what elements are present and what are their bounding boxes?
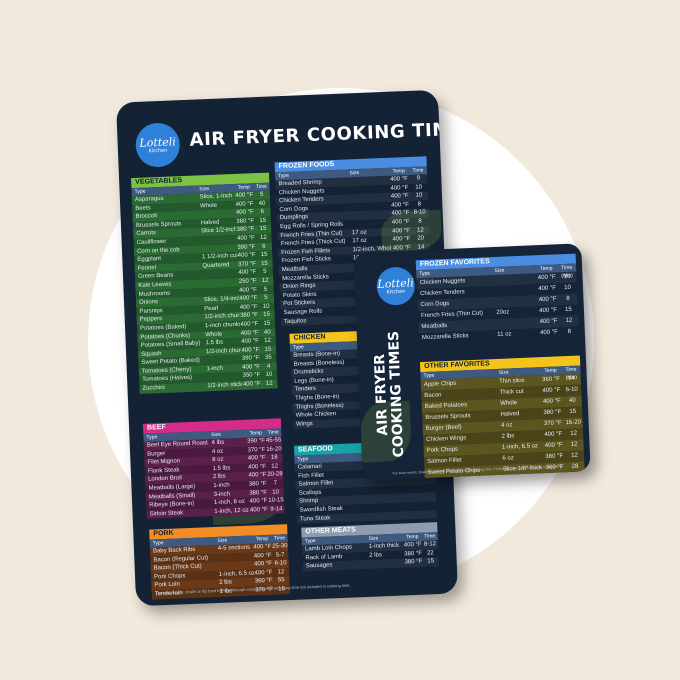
page-title: AIR FRYER COOKING TIMES: [189, 118, 458, 151]
table-cell: 12: [565, 317, 573, 325]
table-cell: 1-inch, 12 oz: [214, 507, 249, 515]
table-cell: 12: [570, 441, 578, 448]
table-cell: 15: [569, 408, 577, 415]
table-cell: [420, 510, 437, 519]
table-cell: [401, 510, 421, 519]
table-cell: [369, 559, 404, 569]
table-cell: 10: [564, 284, 572, 292]
table-cell: Mozzarella Sticks: [421, 333, 469, 342]
brand-tagline: Kitchen: [386, 288, 406, 296]
table-cell: 400 °F: [540, 329, 559, 337]
table-cell: 11 oz: [497, 331, 512, 338]
brand-logo: Lotteli Kitchen: [134, 122, 181, 168]
table-cell: 9-14: [270, 506, 283, 513]
table-cell: 15: [565, 306, 572, 314]
table-cell: Sirloin Steak: [149, 510, 184, 518]
table-cell: 8: [566, 295, 570, 302]
table-cell: 14: [567, 375, 575, 382]
table-cell: Taquitos: [283, 317, 307, 325]
table-cell: 380 °F: [404, 558, 423, 566]
table-cell: 12: [265, 380, 273, 387]
table-cell: Tuna Steak: [299, 514, 331, 523]
table-cell: Sausages: [305, 562, 333, 570]
brand-tagline: Kitchen: [148, 147, 168, 154]
table-cell: 12: [571, 452, 579, 459]
table-cell: 40: [568, 397, 576, 404]
beef-table: BEEF Type Size Temp Time Beef Eye Round Roast…: [142, 418, 285, 520]
table-cell: 15: [427, 558, 435, 565]
table-cell: [365, 511, 401, 521]
small-magnet-chart: Lotteli Kitchen AIR FRYER COOKING TIMES …: [353, 243, 591, 481]
title-line-2: COOKING TIMES: [385, 330, 407, 458]
table-cell: 12: [570, 430, 578, 437]
table-cell: 28: [571, 463, 579, 470]
table-cell: 6-10: [565, 386, 578, 394]
other-meats-table: OTHER MEATS Type Size Temp Time Lamb Loin Cho…: [301, 522, 439, 572]
table-cell: 400 °F: [242, 381, 261, 388]
brand-logo: Lotteli Kitchen: [375, 266, 416, 306]
table-cell: 8: [567, 328, 572, 335]
brand-name: Lotteli: [377, 275, 415, 291]
table-cell: Wings: [295, 420, 313, 428]
vertical-title: AIR FRYER COOKING TIMES: [360, 318, 418, 470]
other-favorites-table: OTHER FAVORITES Type Size Temp Time (Min) App…: [419, 355, 585, 480]
table-cell: 16-20: [565, 419, 582, 427]
table-cell: 400 °F: [249, 506, 268, 514]
frozen-favorites-table: FROZEN FAVORITES Type Size Temp Time (Min) Ch…: [415, 253, 579, 345]
table-cell: 1/2-inch sticks: [207, 381, 243, 390]
table-cell: Zucchini: [142, 384, 165, 392]
table-cell: 10: [563, 273, 571, 281]
vegetables-table: VEGETABLES Type Size Temp Time Asparagus Slice…: [131, 172, 278, 394]
brand-name: Lotteli: [139, 134, 177, 150]
